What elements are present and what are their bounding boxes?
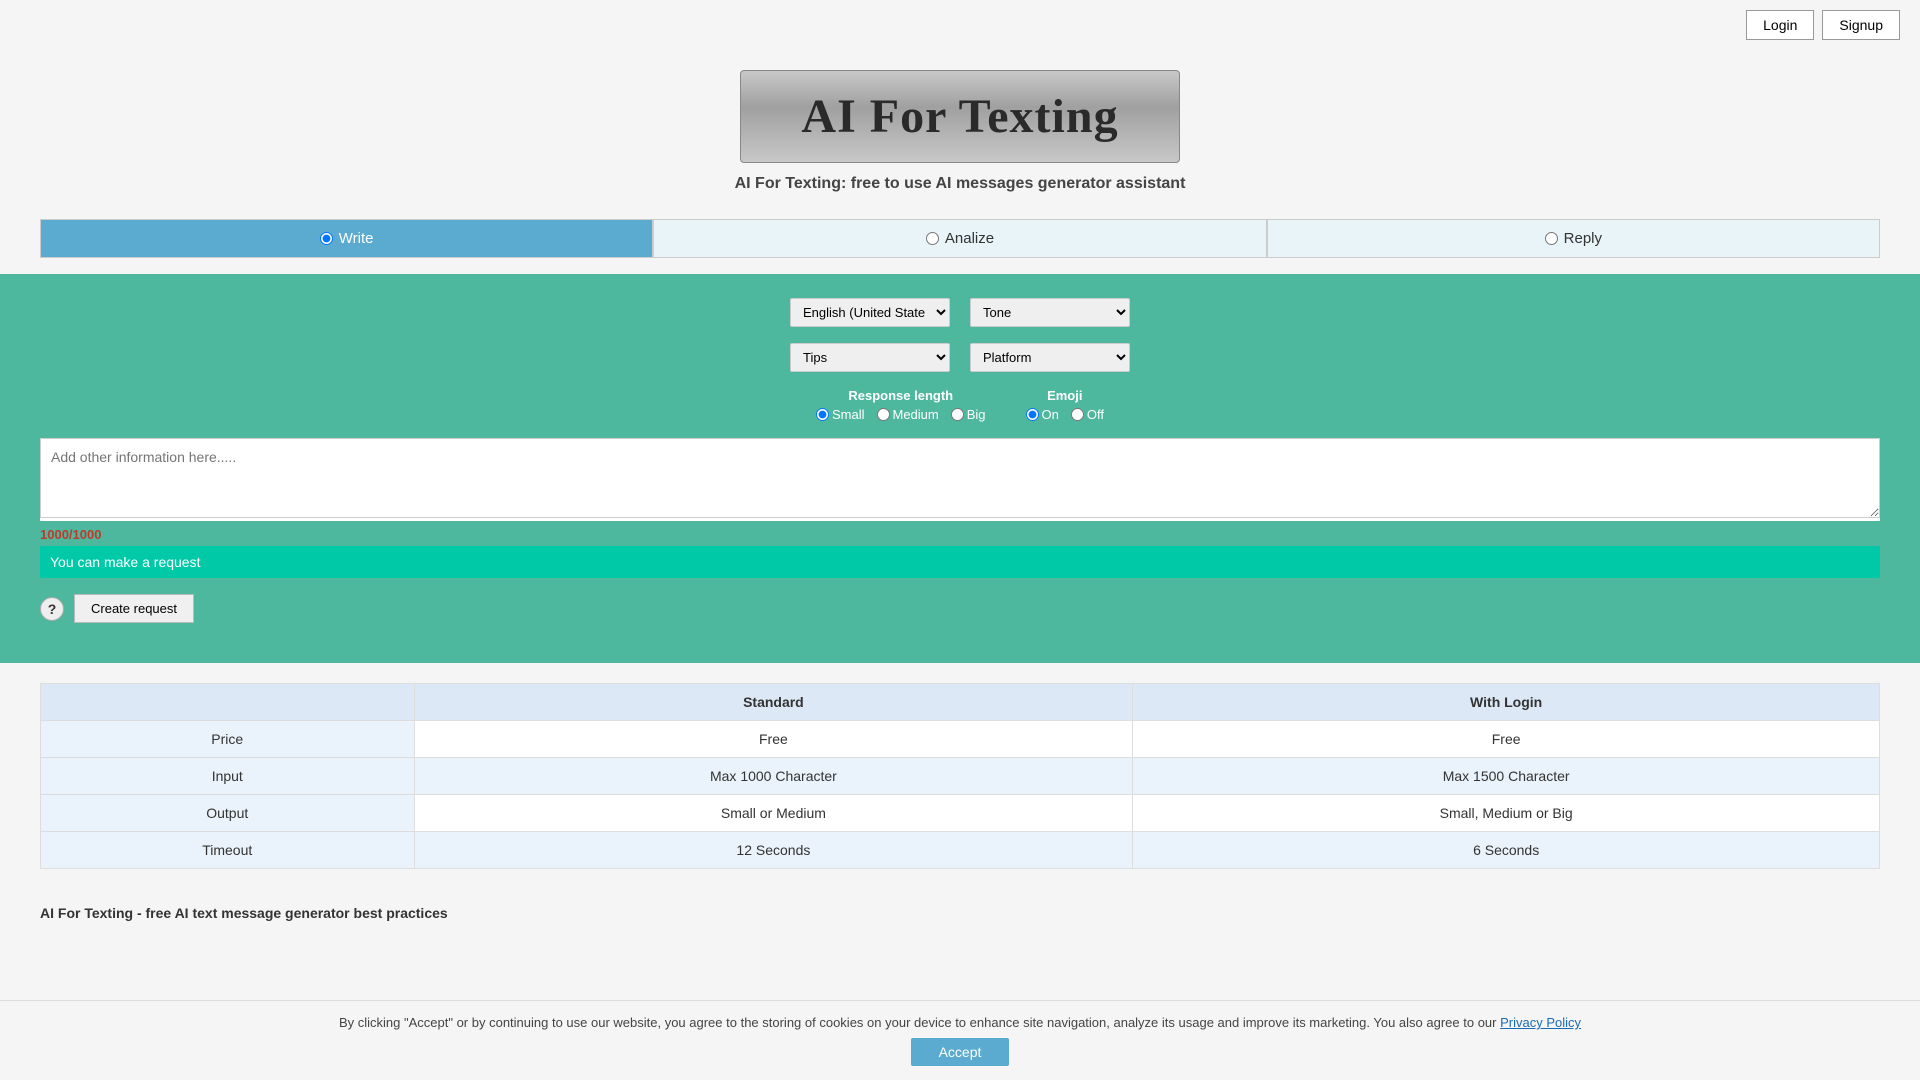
language-select[interactable]: English (United States) Spanish French G… xyxy=(790,298,950,327)
row-with-login: 6 Seconds xyxy=(1133,832,1880,869)
privacy-policy-link[interactable]: Privacy Policy xyxy=(1500,1015,1581,1030)
best-practices-text: AI For Texting - free AI text message ge… xyxy=(40,905,448,921)
row-label: Price xyxy=(41,721,415,758)
table-row: Output Small or Medium Small, Medium or … xyxy=(41,795,1880,832)
emoji-label: Emoji xyxy=(1047,388,1082,403)
controls-row-1: English (United States) Spanish French G… xyxy=(40,298,1880,327)
row-standard: 12 Seconds xyxy=(414,832,1133,869)
table-row: Timeout 12 Seconds 6 Seconds xyxy=(41,832,1880,869)
pricing-table-header-row: Standard With Login xyxy=(41,684,1880,721)
row-with-login: Max 1500 Character xyxy=(1133,758,1880,795)
row-standard: Free xyxy=(414,721,1133,758)
row-with-login: Free xyxy=(1133,721,1880,758)
radio-groups: Response length Small Medium Big Emoji O… xyxy=(40,388,1880,422)
login-button[interactable]: Login xyxy=(1746,10,1814,40)
emoji-options: On Off xyxy=(1026,407,1104,422)
platform-select[interactable]: Platform SMS WhatsApp Email Twitter xyxy=(970,343,1130,372)
category-select[interactable]: Tips Business Personal Marketing xyxy=(790,343,950,372)
radio-emoji-off[interactable] xyxy=(1071,408,1084,421)
radio-medium[interactable] xyxy=(877,408,890,421)
cookie-banner: By clicking "Accept" or by continuing to… xyxy=(0,1000,1920,1080)
radio-big-label[interactable]: Big xyxy=(951,407,986,422)
action-row: ? Create request xyxy=(40,594,1880,623)
emoji-section: Emoji On Off xyxy=(1026,388,1104,422)
row-label: Input xyxy=(41,758,415,795)
message-textarea[interactable] xyxy=(40,438,1880,518)
pricing-section: Standard With Login Price Free Free Inpu… xyxy=(0,663,1920,889)
radio-emoji-on-label[interactable]: On xyxy=(1026,407,1059,422)
row-with-login: Small, Medium or Big xyxy=(1133,795,1880,832)
col-header-standard: Standard xyxy=(414,684,1133,721)
radio-emoji-on[interactable] xyxy=(1026,408,1039,421)
accept-button[interactable]: Accept xyxy=(911,1038,1010,1066)
tab-analize[interactable]: Analize xyxy=(653,219,1266,258)
radio-write[interactable] xyxy=(320,232,333,245)
subtitle: AI For Texting: free to use AI messages … xyxy=(0,175,1920,193)
char-count: 1000/1000 xyxy=(40,527,1880,542)
row-standard: Small or Medium xyxy=(414,795,1133,832)
controls-row-2: Tips Business Personal Marketing Platfor… xyxy=(40,343,1880,372)
title-box: AI For Texting xyxy=(740,70,1179,163)
radio-medium-label[interactable]: Medium xyxy=(877,407,939,422)
best-practices: AI For Texting - free AI text message ge… xyxy=(0,889,1920,937)
main-title: AI For Texting xyxy=(801,89,1118,144)
mode-tabs: Write Analize Reply xyxy=(40,219,1880,258)
info-bar-text: You can make a request xyxy=(50,554,200,570)
row-standard: Max 1000 Character xyxy=(414,758,1133,795)
tone-select[interactable]: Tone Formal Casual Friendly Professional xyxy=(970,298,1130,327)
tab-reply-label: Reply xyxy=(1564,230,1602,247)
radio-reply[interactable] xyxy=(1545,232,1558,245)
create-request-button[interactable]: Create request xyxy=(74,594,194,623)
response-length-section: Response length Small Medium Big xyxy=(816,388,986,422)
radio-analize[interactable] xyxy=(926,232,939,245)
tab-write-label: Write xyxy=(339,230,374,247)
help-icon[interactable]: ? xyxy=(40,597,64,621)
message-area xyxy=(40,438,1880,521)
row-label: Output xyxy=(41,795,415,832)
radio-small[interactable] xyxy=(816,408,829,421)
response-length-options: Small Medium Big xyxy=(816,407,986,422)
cookie-text: By clicking "Accept" or by continuing to… xyxy=(339,1015,1497,1030)
response-length-label: Response length xyxy=(848,388,953,403)
title-area: AI For Texting AI For Texting: free to u… xyxy=(0,50,1920,203)
tab-reply[interactable]: Reply xyxy=(1267,219,1880,258)
tab-write[interactable]: Write xyxy=(40,219,653,258)
table-row: Price Free Free xyxy=(41,721,1880,758)
info-bar: You can make a request xyxy=(40,546,1880,578)
header: Login Signup xyxy=(0,0,1920,50)
col-header-with-login: With Login xyxy=(1133,684,1880,721)
radio-emoji-off-label[interactable]: Off xyxy=(1071,407,1104,422)
table-row: Input Max 1000 Character Max 1500 Charac… xyxy=(41,758,1880,795)
col-header-empty xyxy=(41,684,415,721)
main-panel: English (United States) Spanish French G… xyxy=(0,274,1920,663)
radio-big[interactable] xyxy=(951,408,964,421)
radio-small-label[interactable]: Small xyxy=(816,407,865,422)
pricing-table: Standard With Login Price Free Free Inpu… xyxy=(40,683,1880,869)
row-label: Timeout xyxy=(41,832,415,869)
signup-button[interactable]: Signup xyxy=(1822,10,1900,40)
tab-analize-label: Analize xyxy=(945,230,994,247)
